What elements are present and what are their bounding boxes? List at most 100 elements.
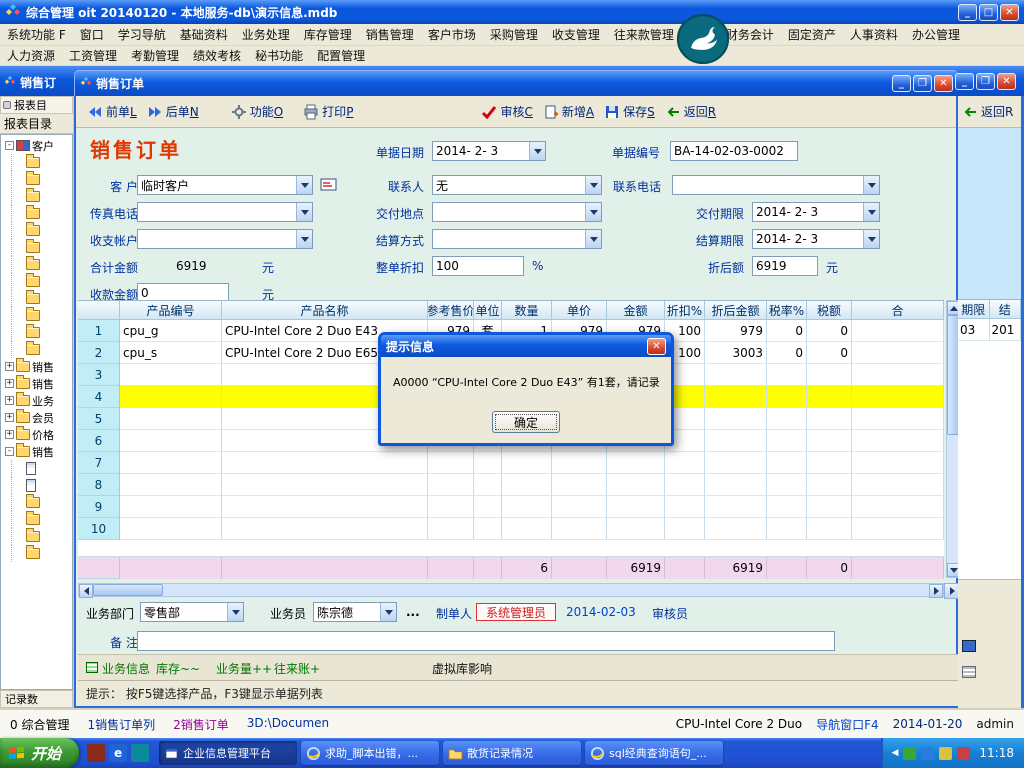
after-discount-input[interactable]: 6919: [752, 256, 818, 276]
menu-item[interactable]: 人力资源: [0, 47, 62, 64]
doc-date-select[interactable]: 2014- 2- 3: [432, 141, 546, 161]
grid-column-header[interactable]: 参考售价: [428, 301, 474, 320]
tree-item[interactable]: [1, 290, 72, 307]
grid-cell[interactable]: [552, 518, 607, 540]
toolbar-button-return[interactable]: 返回R: [660, 101, 721, 122]
toolbar-button-func[interactable]: 功能O: [226, 101, 288, 122]
report-tab[interactable]: 报表目: [0, 96, 73, 114]
dialog-close-icon[interactable]: ✕: [647, 338, 666, 355]
menu-item[interactable]: 固定资产: [781, 26, 843, 43]
phone-select[interactable]: [672, 175, 880, 195]
grid-cell[interactable]: [552, 474, 607, 496]
grid-cell[interactable]: [607, 518, 665, 540]
grid-cell[interactable]: [474, 474, 502, 496]
tree-item[interactable]: [1, 154, 72, 171]
menu-item[interactable]: 往来款管理: [607, 26, 681, 43]
grid-cell[interactable]: [502, 474, 552, 496]
back-minimize-button[interactable]: _: [955, 73, 974, 90]
grid-cell[interactable]: [120, 496, 222, 518]
grid-cell[interactable]: [474, 518, 502, 540]
chevron-down-icon[interactable]: [585, 176, 601, 194]
back-grid-row[interactable]: 03 201: [958, 319, 1021, 341]
toolbar-button-print[interactable]: 打印P: [298, 101, 358, 122]
settle-method-select[interactable]: [432, 229, 602, 249]
doc-no-input[interactable]: BA-14-02-03-0002: [670, 141, 798, 161]
front-window-titlebar[interactable]: 销售订单 _ ❐ ✕: [74, 70, 958, 96]
grid-cell[interactable]: [120, 364, 222, 386]
tree-item[interactable]: [1, 256, 72, 273]
monitor-icon[interactable]: [921, 747, 934, 760]
alert-icon[interactable]: [957, 747, 970, 760]
grid-cell[interactable]: [120, 386, 222, 408]
speaker-icon[interactable]: [939, 747, 952, 760]
report-directory-header[interactable]: 报表目录: [0, 114, 73, 134]
tree-item[interactable]: [1, 545, 72, 562]
tree-item[interactable]: [1, 273, 72, 290]
chevron-down-icon[interactable]: [296, 230, 312, 248]
grid-row-number[interactable]: 8: [78, 474, 120, 496]
tree-item[interactable]: [1, 171, 72, 188]
close-button[interactable]: ✕: [1000, 4, 1019, 21]
grid-cell[interactable]: [222, 474, 428, 496]
grid-column-header[interactable]: 数量: [502, 301, 552, 320]
statusbar-tab[interactable]: 0 综合管理: [10, 716, 69, 733]
toolbar-button-next[interactable]: 后单N: [142, 101, 204, 122]
grid-cell[interactable]: 0: [767, 320, 807, 342]
grid-cell[interactable]: [767, 452, 807, 474]
taskbar-task[interactable]: 企业信息管理平台: [159, 741, 297, 765]
grid-cell[interactable]: [852, 364, 944, 386]
grid-cell[interactable]: [852, 408, 944, 430]
stock-link[interactable]: 库存~~: [156, 660, 200, 677]
minimize-button[interactable]: _: [958, 4, 977, 21]
salesman-select[interactable]: 陈宗德: [313, 602, 397, 622]
grid-cell[interactable]: [705, 430, 767, 452]
grid-cell[interactable]: 0: [807, 320, 852, 342]
expand-icon[interactable]: +: [5, 379, 14, 388]
grid-cell[interactable]: [607, 496, 665, 518]
menu-item[interactable]: 工资管理: [62, 47, 124, 64]
mdi-close-button[interactable]: ✕: [934, 75, 953, 92]
grid-cell[interactable]: [705, 474, 767, 496]
grid-cell[interactable]: [852, 474, 944, 496]
fax-select[interactable]: [137, 202, 313, 222]
menu-item[interactable]: 配置管理: [310, 47, 372, 64]
chevron-down-icon[interactable]: [227, 603, 243, 621]
tree-item[interactable]: +业务: [1, 392, 72, 409]
grid-cell[interactable]: [665, 518, 705, 540]
quick-launch-icon[interactable]: [131, 744, 149, 762]
grid-column-header[interactable]: 金额: [607, 301, 665, 320]
tree-item[interactable]: [1, 324, 72, 341]
tree-item[interactable]: +价格: [1, 426, 72, 443]
expand-icon[interactable]: +: [5, 430, 14, 439]
tree-item[interactable]: [1, 528, 72, 545]
grid-cell[interactable]: [428, 474, 474, 496]
contact-select[interactable]: 无: [432, 175, 602, 195]
volume-link[interactable]: 业务量++: [216, 660, 272, 677]
tree-item[interactable]: [1, 477, 72, 494]
tree-item[interactable]: [1, 188, 72, 205]
back-window-titlebar[interactable]: 销售订: [4, 74, 74, 91]
statusbar-tab[interactable]: 1销售订单列: [87, 716, 155, 733]
app-titlebar[interactable]: 综合管理 oit 20140120 - 本地服务-db\演示信息.mdb _ □…: [0, 0, 1024, 24]
dialog-ok-button[interactable]: 确定: [492, 411, 560, 433]
grid-cell[interactable]: [222, 518, 428, 540]
menu-item[interactable]: 基础资料: [173, 26, 235, 43]
menu-item[interactable]: 秘书功能: [248, 47, 310, 64]
back-list-icon[interactable]: [962, 666, 976, 678]
menu-item[interactable]: 库存管理: [297, 26, 359, 43]
salesman-more-button[interactable]: ...: [406, 605, 420, 619]
scroll-left-icon[interactable]: [79, 584, 93, 598]
taskbar-task[interactable]: sql经典查询语句_...: [585, 741, 723, 765]
grid-column-header[interactable]: 产品名称: [222, 301, 428, 320]
grid-row-number[interactable]: 2: [78, 342, 120, 364]
nav-window-button[interactable]: 导航窗口F4: [816, 716, 879, 733]
menu-item[interactable]: 窗口: [73, 26, 111, 43]
grid-row-number[interactable]: 6: [78, 430, 120, 452]
grid-cell[interactable]: [428, 518, 474, 540]
note-input[interactable]: [137, 631, 835, 651]
grid-row-number[interactable]: 7: [78, 452, 120, 474]
grid-cell[interactable]: [767, 408, 807, 430]
mdi-restore-button[interactable]: ❐: [913, 75, 932, 92]
expand-icon[interactable]: +: [5, 396, 14, 405]
grid-cell[interactable]: [807, 408, 852, 430]
